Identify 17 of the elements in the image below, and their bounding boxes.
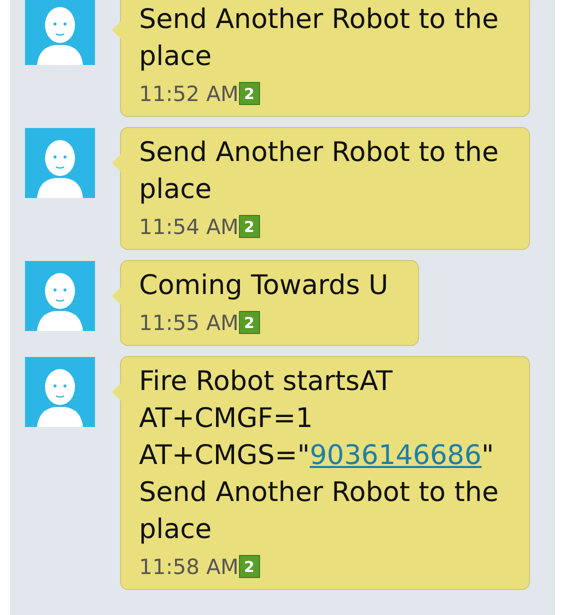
sim-badge: 2	[238, 82, 260, 105]
avatar-icon	[25, 357, 95, 427]
sim-badge: 2	[238, 311, 260, 334]
sim-badge: 2	[238, 555, 260, 578]
avatar-icon	[25, 261, 95, 331]
message-text: Coming Towards U	[139, 269, 388, 303]
message-text: Send Another Robot to the place	[139, 136, 499, 207]
message-time: 11:58 AM	[139, 554, 239, 578]
message-time: 11:52 AM	[139, 82, 239, 106]
sim-badge: 2	[238, 215, 260, 238]
message-text: Send Another Robot to the place	[139, 3, 499, 74]
phone-link[interactable]: 9036146686	[310, 440, 482, 471]
message-text: Fire Robot startsAT AT+CMGF=1 AT+CMGS="9036146686" Send Another Robot to the place	[139, 365, 499, 547]
avatar-icon	[25, 128, 95, 198]
avatar-icon	[25, 0, 95, 65]
message-time: 11:54 AM	[139, 214, 239, 238]
message-time: 11:55 AM	[139, 310, 239, 334]
